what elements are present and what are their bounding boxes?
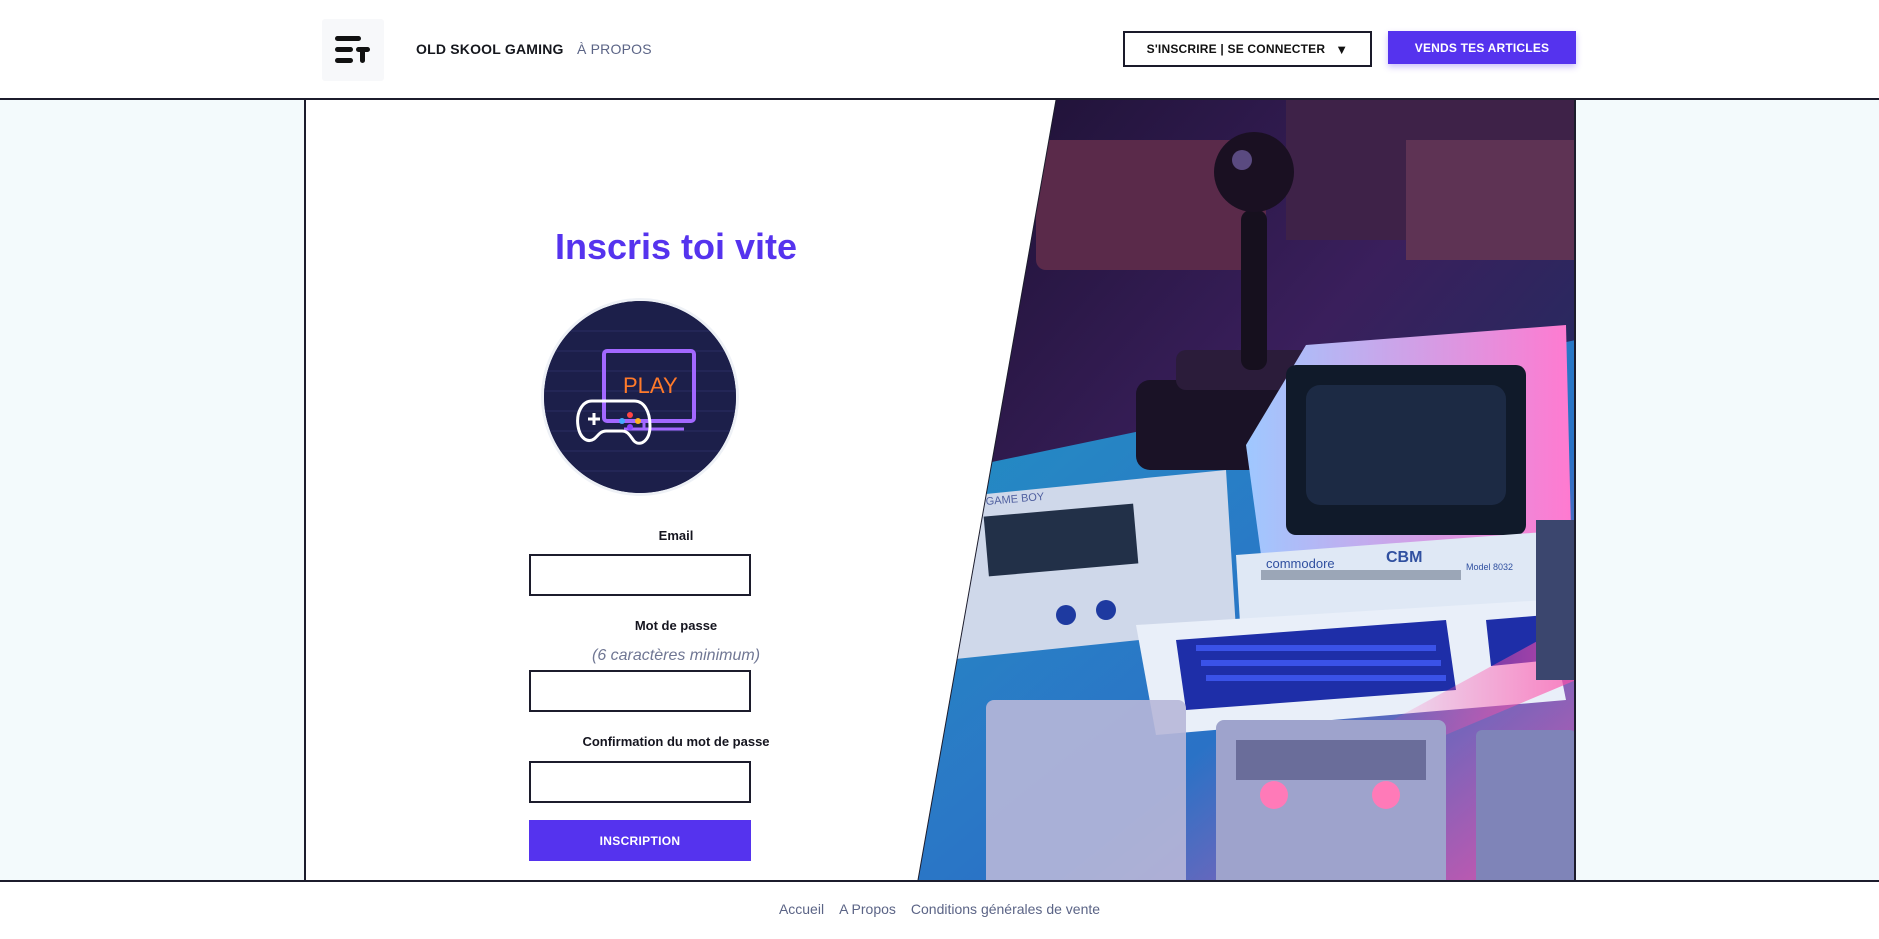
nav-brand-link[interactable]: OLD SKOOL GAMING [416,41,564,57]
gamepad-icon: PLAY [544,301,736,493]
password-field[interactable] [529,670,751,712]
password-hint: (6 caractères minimum) [591,647,761,664]
confirm-password-label: Confirmation du mot de passe [582,734,770,749]
signup-section: GAME BOY commodore CBM Model 8032 Inscri… [304,100,1576,880]
email-label: Email [658,528,694,543]
avatar-play-text: PLAY [623,373,678,398]
footer-link-about[interactable]: A Propos [839,901,896,917]
logo-icon [335,36,370,63]
email-field[interactable] [529,554,751,596]
password-label: Mot de passe [634,618,718,633]
logo[interactable] [322,19,384,81]
form-title: Inscris toi vite [554,226,798,267]
signup-form: Inscris toi vite PLAY Email Mot de passe… [306,100,976,880]
footer-nav: Accueil A Propos Conditions générales de… [0,901,1879,917]
nav-about-link[interactable]: À PROPOS [577,41,652,57]
signin-label: S'INSCRIRE | SE CONNECTER [1146,42,1326,56]
site-footer: Accueil A Propos Conditions générales de… [0,880,1879,939]
footer-link-home[interactable]: Accueil [779,901,824,917]
footer-link-terms[interactable]: Conditions générales de vente [911,901,1100,917]
signin-dropdown-button[interactable]: S'INSCRIRE | SE CONNECTER ▼ [1123,31,1372,67]
device-model: CBM [1386,549,1422,566]
avatar: PLAY [541,298,739,496]
signup-submit-button[interactable]: INSCRIPTION [529,820,751,861]
confirm-password-field[interactable] [529,761,751,803]
device-brand: commodore [1266,556,1335,571]
caret-down-icon: ▼ [1335,41,1349,57]
sell-items-button[interactable]: VENDS TES ARTICLES [1388,31,1576,64]
site-header: OLD SKOOL GAMING À PROPOS S'INSCRIRE | S… [0,0,1879,100]
device-submodel: Model 8032 [1466,562,1513,572]
